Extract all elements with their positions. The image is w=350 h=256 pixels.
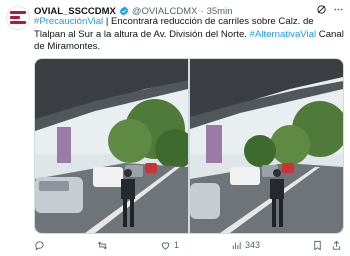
grok-icon[interactable] [316,4,327,15]
tweet-text: #PrecauciónVial | Encontrará reducción d… [34,16,344,54]
bookmark-icon[interactable] [312,240,323,251]
reply-button[interactable] [34,240,45,251]
views-button[interactable]: 343 [231,240,260,251]
hashtag-link[interactable]: #AlternativaVial [250,29,317,40]
separator-dot: · [200,5,204,17]
reply-icon [35,240,44,251]
heart-icon [161,241,170,250]
share-icon[interactable] [331,240,342,251]
tweet-actions: 1 343 [34,238,342,252]
display-name[interactable]: OVIAL_SSCCDMX [34,6,116,17]
like-button[interactable]: 1 [160,240,179,251]
views-icon [232,241,241,249]
tweet-media[interactable] [34,58,344,234]
ssc-logo-icon [10,11,26,25]
media-photo-2[interactable] [190,59,343,233]
more-icon[interactable] [333,4,344,15]
bookmark-share-group [312,240,342,251]
avatar[interactable] [6,6,30,30]
like-count: 1 [173,240,179,250]
retweet-icon [98,241,107,249]
media-photo-1[interactable] [35,59,188,233]
user-handle[interactable]: @OVIALCDMX [132,6,198,17]
retweet-button[interactable] [97,240,108,251]
tweet-timestamp[interactable]: 35min [207,6,233,17]
views-count: 343 [244,240,260,250]
hashtag-link[interactable]: #PrecauciónVial [34,16,103,27]
verified-badge-icon [119,6,128,16]
